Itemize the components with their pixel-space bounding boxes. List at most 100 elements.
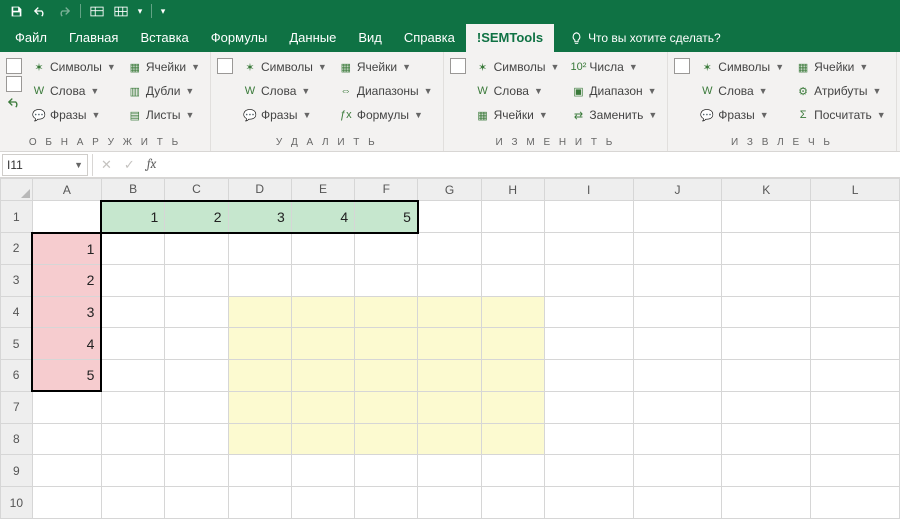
cell-F3[interactable]	[355, 264, 418, 296]
cell-H8[interactable]	[481, 423, 544, 455]
cell-F2[interactable]	[355, 233, 418, 265]
chevron-down-icon[interactable]: ▼	[859, 62, 868, 72]
row-header-8[interactable]: 8	[1, 423, 33, 455]
cell-G3[interactable]	[418, 264, 481, 296]
cell-E9[interactable]	[291, 455, 354, 487]
cell-G4[interactable]	[418, 296, 481, 328]
cell-B3[interactable]	[101, 264, 164, 296]
col-header-F[interactable]: F	[355, 179, 418, 201]
cell-A1[interactable]	[32, 201, 101, 233]
ribbon-btn-фразы[interactable]: 💬Фразы▼	[239, 104, 331, 126]
cell-B10[interactable]	[101, 487, 164, 519]
cell-H10[interactable]	[481, 487, 544, 519]
cell-K2[interactable]	[722, 233, 811, 265]
cell-D9[interactable]	[228, 455, 291, 487]
redo-icon[interactable]	[54, 2, 74, 20]
cell-K8[interactable]	[722, 423, 811, 455]
cell-A8[interactable]	[32, 423, 101, 455]
cell-G5[interactable]	[418, 328, 481, 360]
cell-B1[interactable]: 1	[101, 201, 164, 233]
ribbon-btn-слова[interactable]: WСлова▼	[239, 80, 331, 102]
tab-справка[interactable]: Справка	[393, 24, 466, 52]
cell-L6[interactable]	[811, 360, 900, 392]
chevron-down-icon[interactable]: ▾	[135, 2, 145, 20]
tab-формулы[interactable]: Формулы	[200, 24, 279, 52]
chevron-down-icon[interactable]: ▼	[648, 110, 657, 120]
cell-C9[interactable]	[165, 455, 228, 487]
chevron-down-icon[interactable]: ▼	[629, 62, 638, 72]
cell-G6[interactable]	[418, 360, 481, 392]
undo-small-icon[interactable]	[6, 94, 22, 110]
cell-I10[interactable]	[544, 487, 633, 519]
cell-L8[interactable]	[811, 423, 900, 455]
ribbon-btn-символы[interactable]: ✶Символы▼	[696, 56, 788, 78]
col-header-B[interactable]: B	[101, 179, 164, 201]
cell-F1[interactable]: 5	[355, 201, 418, 233]
worksheet-grid[interactable]: ABCDEFGHIJKL112345213243546578910	[0, 178, 900, 519]
cell-J1[interactable]	[633, 201, 722, 233]
cell-A9[interactable]	[32, 455, 101, 487]
cell-A10[interactable]	[32, 487, 101, 519]
cell-I6[interactable]	[544, 360, 633, 392]
chevron-down-icon[interactable]: ▼	[90, 86, 99, 96]
cell-E10[interactable]	[291, 487, 354, 519]
chevron-down-icon[interactable]: ▼	[414, 110, 423, 120]
cell-I8[interactable]	[544, 423, 633, 455]
cell-D6[interactable]	[228, 360, 291, 392]
ribbon-btn-символы[interactable]: ✶Символы▼	[472, 56, 564, 78]
name-box[interactable]: I11 ▼	[2, 154, 88, 176]
cell-C2[interactable]	[165, 233, 228, 265]
cell-J2[interactable]	[633, 233, 722, 265]
ribbon-btn-фразы[interactable]: 💬Фразы▼	[28, 104, 120, 126]
cell-F7[interactable]	[355, 391, 418, 423]
row-header-7[interactable]: 7	[1, 391, 33, 423]
tab-файл[interactable]: Файл	[4, 24, 58, 52]
cell-B6[interactable]	[101, 360, 164, 392]
enter-formula-icon[interactable]: ✓	[124, 157, 135, 173]
cell-L10[interactable]	[811, 487, 900, 519]
col-header-I[interactable]: I	[544, 179, 633, 201]
cell-H7[interactable]	[481, 391, 544, 423]
qat-btn-1[interactable]	[87, 2, 107, 20]
cell-L7[interactable]	[811, 391, 900, 423]
cell-G9[interactable]	[418, 455, 481, 487]
cell-B4[interactable]	[101, 296, 164, 328]
chevron-down-icon[interactable]: ▼	[74, 160, 83, 170]
cell-D2[interactable]	[228, 233, 291, 265]
cell-C3[interactable]	[165, 264, 228, 296]
ribbon-btn-символы[interactable]: ✶Символы▼	[28, 56, 120, 78]
cell-L3[interactable]	[811, 264, 900, 296]
cell-E7[interactable]	[291, 391, 354, 423]
chevron-down-icon[interactable]: ▼	[551, 62, 560, 72]
cell-B8[interactable]	[101, 423, 164, 455]
cell-A2[interactable]: 1	[32, 233, 101, 265]
chevron-down-icon[interactable]: ▼	[185, 86, 194, 96]
chevron-down-icon[interactable]: ▼	[402, 62, 411, 72]
ribbon-btn-ячейки[interactable]: ▦Ячейки▼	[792, 56, 890, 78]
cell-F5[interactable]	[355, 328, 418, 360]
ribbon-btn-ячейки[interactable]: ▦Ячейки▼	[472, 104, 564, 126]
cell-K4[interactable]	[722, 296, 811, 328]
ribbon-btn-слова[interactable]: WСлова▼	[472, 80, 564, 102]
tell-me[interactable]: Что вы хотите сделать?	[560, 25, 731, 52]
col-header-L[interactable]: L	[811, 179, 900, 201]
chevron-down-icon[interactable]: ▼	[301, 86, 310, 96]
cell-I2[interactable]	[544, 233, 633, 265]
cell-C7[interactable]	[165, 391, 228, 423]
col-header-K[interactable]: K	[722, 179, 811, 201]
cell-H2[interactable]	[481, 233, 544, 265]
cell-C4[interactable]	[165, 296, 228, 328]
cell-K5[interactable]	[722, 328, 811, 360]
cell-C10[interactable]	[165, 487, 228, 519]
cell-A3[interactable]: 2	[32, 264, 101, 296]
cell-E8[interactable]	[291, 423, 354, 455]
cell-H4[interactable]	[481, 296, 544, 328]
cell-C1[interactable]: 2	[165, 201, 228, 233]
cell-A5[interactable]: 4	[32, 328, 101, 360]
checkbox-icon[interactable]	[217, 58, 233, 74]
cell-J4[interactable]	[633, 296, 722, 328]
row-header-1[interactable]: 1	[1, 201, 33, 233]
ribbon-btn-символы[interactable]: ✶Символы▼	[239, 56, 331, 78]
fx-icon[interactable]: fx	[147, 157, 157, 172]
chevron-down-icon[interactable]: ▼	[872, 86, 881, 96]
